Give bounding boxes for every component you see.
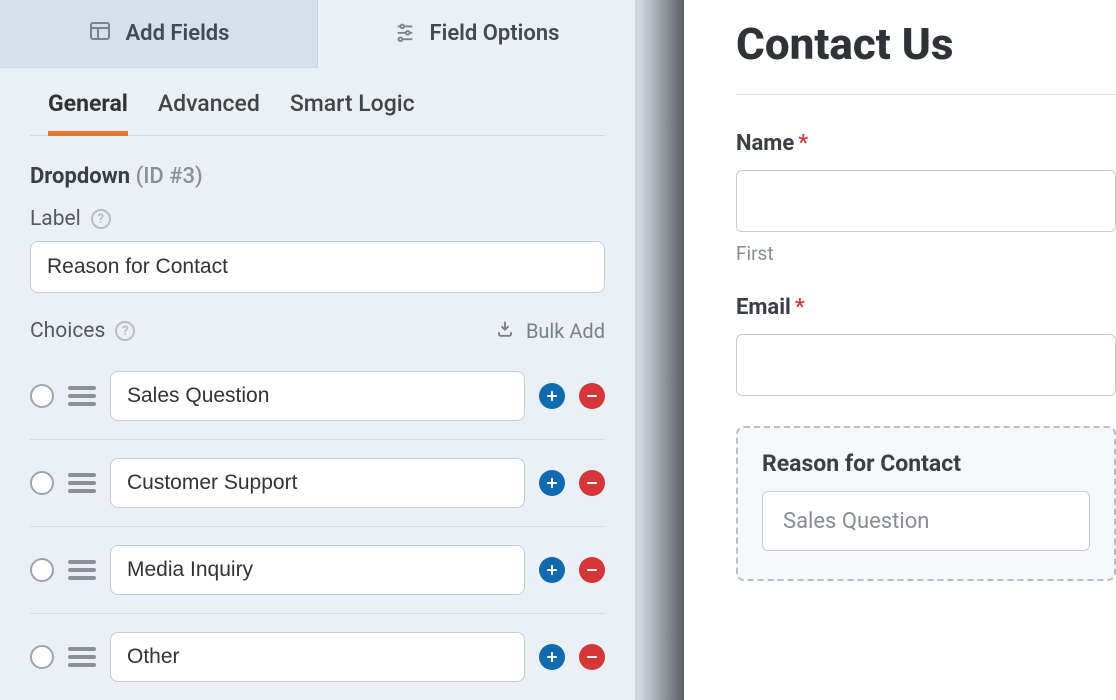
field-type-header: Dropdown (ID #3) [0, 136, 635, 189]
remove-choice-button[interactable] [579, 644, 605, 670]
tab-field-options[interactable]: Field Options [318, 0, 635, 68]
preview-name-first-input[interactable] [736, 170, 1116, 232]
layout-icon [88, 19, 112, 49]
field-type-name: Dropdown [30, 164, 130, 189]
preview-reason-label: Reason for Contact [762, 450, 1090, 477]
builder-top-tabs: Add Fields Field Options [0, 0, 635, 68]
remove-choice-button[interactable] [579, 383, 605, 409]
field-label-input[interactable] [30, 241, 605, 293]
field-options-panel: Add Fields Field Options General Advance… [0, 0, 636, 700]
required-asterisk: * [798, 131, 808, 156]
help-icon[interactable]: ? [115, 321, 135, 341]
field-options-subtabs: General Advanced Smart Logic [30, 90, 605, 136]
preview-email-input[interactable] [736, 334, 1116, 396]
label-section-title: Label [30, 207, 81, 231]
choice-row [30, 614, 605, 700]
add-choice-button[interactable] [539, 383, 565, 409]
subtab-advanced[interactable]: Advanced [158, 90, 260, 135]
form-preview-panel: Contact Us Name* First Email* Reason for… [684, 0, 1116, 700]
drag-handle-icon[interactable] [68, 386, 96, 406]
choice-input[interactable] [110, 458, 525, 508]
choice-input[interactable] [110, 371, 525, 421]
form-title: Contact Us [736, 18, 1116, 95]
choice-input[interactable] [110, 632, 525, 682]
preview-name-first-sublabel: First [736, 242, 1116, 265]
preview-reason-dropdown[interactable]: Sales Question [762, 491, 1090, 551]
add-choice-button[interactable] [539, 470, 565, 496]
bulk-add-button[interactable]: Bulk Add [496, 319, 605, 343]
choice-row [30, 440, 605, 527]
choice-row [30, 527, 605, 614]
panel-divider [636, 0, 684, 700]
preview-email-field[interactable]: Email* [736, 295, 1116, 396]
required-asterisk: * [795, 295, 805, 320]
download-icon [496, 319, 514, 343]
help-icon[interactable]: ? [91, 209, 111, 229]
sliders-icon [394, 20, 416, 48]
add-choice-button[interactable] [539, 644, 565, 670]
preview-name-field[interactable]: Name* First [736, 131, 1116, 265]
field-id: (ID #3) [136, 164, 203, 189]
choices-list [0, 353, 635, 700]
remove-choice-button[interactable] [579, 557, 605, 583]
preview-reason-field-selected[interactable]: Reason for Contact Sales Question [736, 426, 1116, 581]
remove-choice-button[interactable] [579, 470, 605, 496]
preview-email-label: Email* [736, 295, 1116, 320]
tab-add-fields[interactable]: Add Fields [0, 0, 318, 68]
choice-default-radio[interactable] [30, 384, 54, 408]
tab-add-fields-label: Add Fields [126, 21, 230, 46]
label-section-header: Label ? [0, 189, 635, 241]
choice-default-radio[interactable] [30, 558, 54, 582]
drag-handle-icon[interactable] [68, 647, 96, 667]
preview-reason-selected-value: Sales Question [783, 509, 929, 534]
choice-default-radio[interactable] [30, 471, 54, 495]
subtab-general[interactable]: General [48, 90, 128, 136]
choices-section-title: Choices [30, 319, 105, 343]
choice-row [30, 353, 605, 440]
choice-input[interactable] [110, 545, 525, 595]
choices-section-header: Choices ? Bulk Add [0, 301, 635, 353]
bulk-add-label: Bulk Add [526, 319, 605, 343]
choice-default-radio[interactable] [30, 645, 54, 669]
drag-handle-icon[interactable] [68, 473, 96, 493]
subtab-smart-logic[interactable]: Smart Logic [290, 90, 415, 135]
tab-field-options-label: Field Options [430, 21, 560, 46]
drag-handle-icon[interactable] [68, 560, 96, 580]
preview-name-label: Name* [736, 131, 1116, 156]
add-choice-button[interactable] [539, 557, 565, 583]
